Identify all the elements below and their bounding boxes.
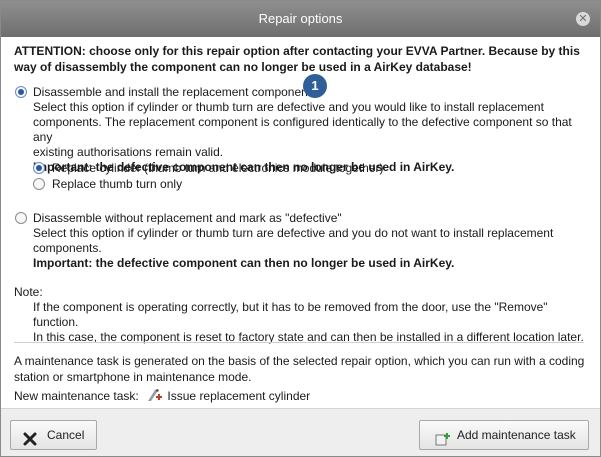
maintenance-task-label: New maintenance task: [14, 389, 139, 403]
option-defective-desc-1: Select this option if cylinder or thumb … [33, 226, 554, 240]
maintenance-task-name: Issue replacement cylinder [167, 389, 311, 403]
add-task-icon [435, 428, 451, 456]
dialog-title: Repair options [258, 11, 343, 26]
step-badge: 1 [303, 74, 327, 98]
sub-option-cylinder-radio[interactable] [33, 162, 45, 174]
option-defective-important: Important: the defective component can t… [33, 256, 455, 270]
sub-option-cylinder-label[interactable]: Replace cylinder (thumb turn and electro… [52, 161, 532, 176]
sub-option-thumb-turn-label[interactable]: Replace thumb turn only [52, 177, 532, 192]
attention-warning: ATTENTION: choose only for this repair o… [14, 44, 580, 74]
note-section: Note: If the component is operating corr… [14, 285, 589, 345]
option-defective-desc-2: components. [33, 241, 102, 255]
option-replace-desc-2: components. The replacement component is… [33, 115, 572, 144]
option-replace-desc-1: Select this option if cylinder or thumb … [33, 100, 544, 114]
cancel-button[interactable]: Cancel [10, 420, 97, 450]
option-replace-desc-3: existing authorisations remain valid. [33, 145, 224, 159]
option-defective-radio[interactable] [15, 212, 27, 224]
dialog-titlebar: Repair options ✕ [1, 1, 600, 37]
maintenance-info: A maintenance task is generated on the b… [14, 354, 585, 384]
replacement-cylinder-icon [146, 388, 164, 402]
cancel-button-label: Cancel [47, 428, 85, 442]
repair-options-dialog: Repair options ✕ ATTENTION: choose only … [0, 0, 601, 457]
add-maintenance-task-button[interactable]: Add maintenance task [419, 420, 589, 450]
option-replace-radio[interactable] [15, 86, 27, 98]
option-defective-label[interactable]: Disassemble without replacement and mark… [33, 211, 593, 226]
close-x-icon [23, 428, 37, 456]
note-title: Note: [14, 285, 43, 299]
sub-option-thumb-turn-radio[interactable] [33, 178, 45, 190]
close-icon[interactable]: ✕ [576, 12, 590, 26]
add-maintenance-task-label: Add maintenance task [457, 428, 576, 442]
maintenance-task-row: New maintenance task: Issue replacement … [14, 388, 589, 404]
dialog-content: ATTENTION: choose only for this repair o… [14, 43, 589, 75]
note-line-1: If the component is operating correctly,… [33, 300, 548, 329]
divider [14, 342, 584, 343]
dialog-footer: Cancel Add maintenance task [1, 408, 600, 456]
